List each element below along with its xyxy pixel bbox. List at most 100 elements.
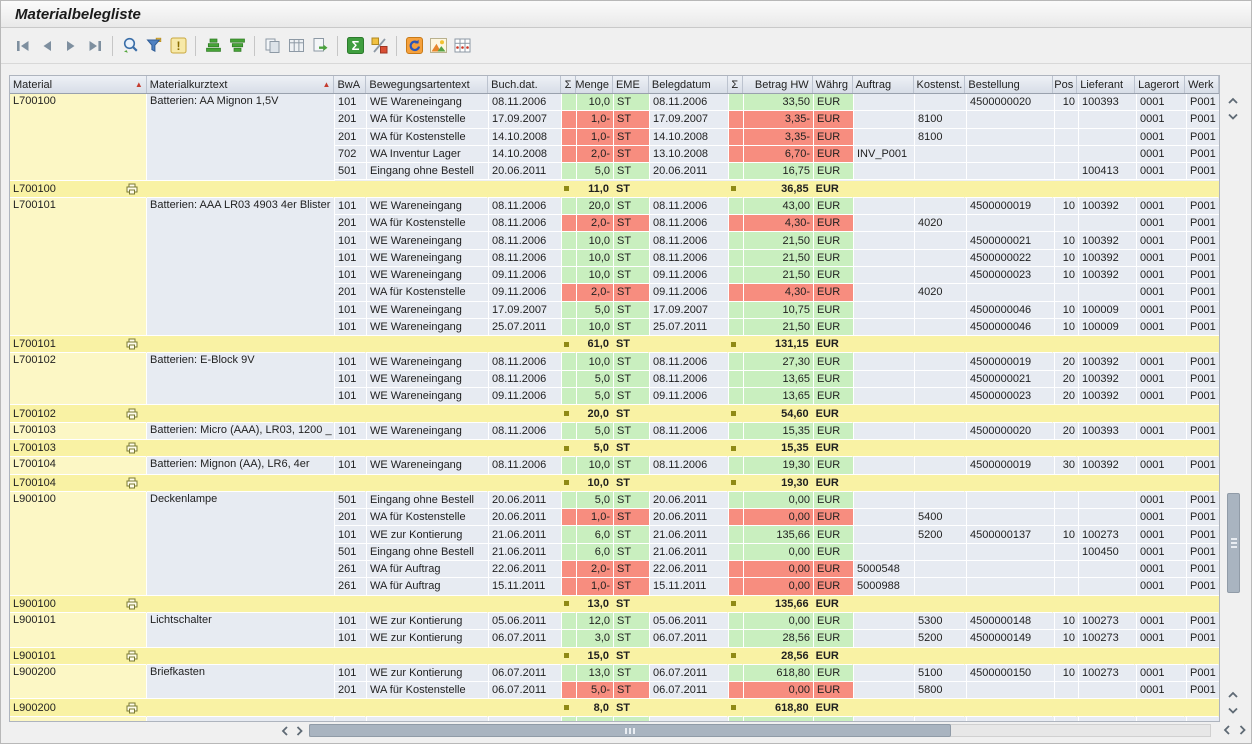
cell-auftrag[interactable] [854,111,915,128]
cell-buch[interactable]: 17.09.2007 [489,111,562,128]
cell-s1[interactable] [562,526,577,543]
cell-betrag[interactable]: 28,56 [744,630,814,647]
cell-lager[interactable]: 0001 [1137,457,1187,474]
cell-best[interactable] [967,561,1055,578]
cell-menge[interactable]: 10,0 [577,232,614,249]
cell-kost[interactable]: 4020 [915,215,967,232]
cell-eme[interactable] [614,717,650,721]
cell-bwa[interactable]: 201 [335,682,367,699]
cell-buch[interactable]: 09.11.2006 [489,284,562,301]
cell-bwa[interactable]: 101 [335,250,367,267]
cell-lager[interactable]: 0001 [1137,250,1187,267]
cell-lager[interactable]: 0001 [1137,388,1187,405]
cell-lief[interactable] [1079,578,1137,595]
cell-lief[interactable]: 100413 [1079,163,1137,180]
cell-werk[interactable]: P001 [1187,250,1219,267]
detail-row[interactable]: 501Eingang ohne Bestell21.06.20116,0ST21… [335,544,1219,561]
col-header-lager[interactable]: Lagerort [1135,76,1185,93]
material-text-cell[interactable] [147,717,335,721]
cell-lager[interactable]: 0001 [1137,319,1187,336]
cell-lager[interactable]: 0001 [1137,198,1187,215]
cell-betrag[interactable]: 19,30 [744,457,814,474]
subtotal-cell-best[interactable] [965,596,1053,613]
cell-eme[interactable]: ST [614,388,650,405]
cell-waehr[interactable]: EUR [814,215,854,232]
material-cell[interactable]: L700101 [10,198,147,336]
cell-beleg[interactable]: 08.11.2006 [650,94,729,111]
cell-menge[interactable]: 10,0 [577,457,614,474]
detail-row[interactable]: 501Eingang ohne Bestell20.06.20115,0ST20… [335,163,1219,180]
cell-bwa[interactable]: 101 [335,267,367,284]
cell-best[interactable] [967,129,1055,146]
cell-buch[interactable]: 09.11.2006 [489,388,562,405]
subtotal-cell-lief[interactable] [1077,475,1135,492]
cell-s2[interactable] [729,215,744,232]
cell-pos[interactable]: 10 [1055,526,1079,543]
cell-menge[interactable]: 5,0 [577,371,614,388]
cell-bwa[interactable]: 101 [335,319,367,336]
find-icon[interactable] [118,35,142,57]
cell-s2[interactable] [729,492,744,509]
subtotal-cell-best[interactable] [965,648,1053,665]
subtotal-cell-waehr[interactable]: EUR [813,440,853,457]
subtotal-cell-pos[interactable] [1053,475,1077,492]
cell-lager[interactable]: 0001 [1137,371,1187,388]
cell-beleg[interactable]: 06.07.2011 [650,665,729,682]
cell-kost[interactable] [915,457,967,474]
cell-pos[interactable]: 10 [1055,319,1079,336]
detail-row[interactable]: 101WE Wareneingang09.11.200610,0ST09.11.… [335,267,1219,284]
subtotal-cell-s2[interactable] [728,596,743,613]
cell-waehr[interactable]: EUR [814,665,854,682]
horizontal-scrollbar[interactable] [271,723,1221,738]
cell-kost[interactable] [915,544,967,561]
cell-auftrag[interactable] [854,267,915,284]
subtotal-cell-menge[interactable]: 11,0 [576,181,613,198]
cell-beleg[interactable]: 08.11.2006 [650,371,729,388]
cell-best[interactable] [967,682,1055,699]
subtotal-cell-txt[interactable] [366,336,488,353]
cell-betrag[interactable]: 618,80 [744,665,814,682]
cell-eme[interactable]: ST [614,371,650,388]
subtotal-cell-beleg[interactable] [649,181,728,198]
cell-s1[interactable] [562,94,577,111]
cell-s1[interactable] [562,613,577,630]
cell-auftrag[interactable] [854,665,915,682]
subtotal-cell-material[interactable]: L700104 [10,475,147,492]
cell-werk[interactable]: P001 [1187,302,1219,319]
material-cell[interactable]: L900101 [10,613,147,648]
cell-menge[interactable]: 10,0 [577,353,614,370]
cell-txt[interactable]: WE Wareneingang [367,388,489,405]
scroll-down-bottom-icon[interactable] [1226,703,1240,717]
subtotal-cell-betrag[interactable]: 618,80 [743,699,813,716]
cell-txt[interactable]: WE Wareneingang [367,353,489,370]
subtotal-cell-waehr[interactable]: EUR [813,336,853,353]
cell-betrag[interactable]: 27,30 [744,353,814,370]
subtotal-cell-best[interactable] [965,405,1053,422]
subtotal-cell-lief[interactable] [1077,440,1135,457]
subtotal-cell-eme[interactable]: ST [613,336,649,353]
subtotal-cell-auftrag[interactable] [853,336,914,353]
cell-lager[interactable]: 0001 [1137,578,1187,595]
cell-pos[interactable]: 10 [1055,302,1079,319]
subtotal-cell-menge[interactable]: 61,0 [576,336,613,353]
subtotal-cell-best[interactable] [965,699,1053,716]
cell-pos[interactable] [1055,284,1079,301]
cell-lief[interactable] [1079,215,1137,232]
col-header-bwa[interactable]: BwA [334,76,366,93]
detail-row[interactable]: 201WA für Kostenstelle08.11.20062,0-ST08… [335,215,1219,232]
printer-icon[interactable] [125,702,139,714]
cell-waehr[interactable]: EUR [814,509,854,526]
cell-lief[interactable]: 100393 [1079,423,1137,440]
cell-kost[interactable]: 5200 [915,630,967,647]
subtotal-cell-buch[interactable] [488,699,561,716]
subtotal-row[interactable]: L90010013,0ST135,66EUR [10,596,1219,613]
subtotal-row[interactable]: L90010115,0ST28,56EUR [10,648,1219,665]
cell-betrag[interactable]: 16,75 [744,163,814,180]
cell-txt[interactable]: Eingang ohne Bestell [367,544,489,561]
cell-werk[interactable]: P001 [1187,509,1219,526]
cell-kost[interactable]: 5300 [915,613,967,630]
cell-bwa[interactable]: 201 [335,129,367,146]
cell-buch[interactable]: 25.07.2011 [489,319,562,336]
cell-kost[interactable] [915,561,967,578]
export-icon[interactable] [308,35,332,57]
